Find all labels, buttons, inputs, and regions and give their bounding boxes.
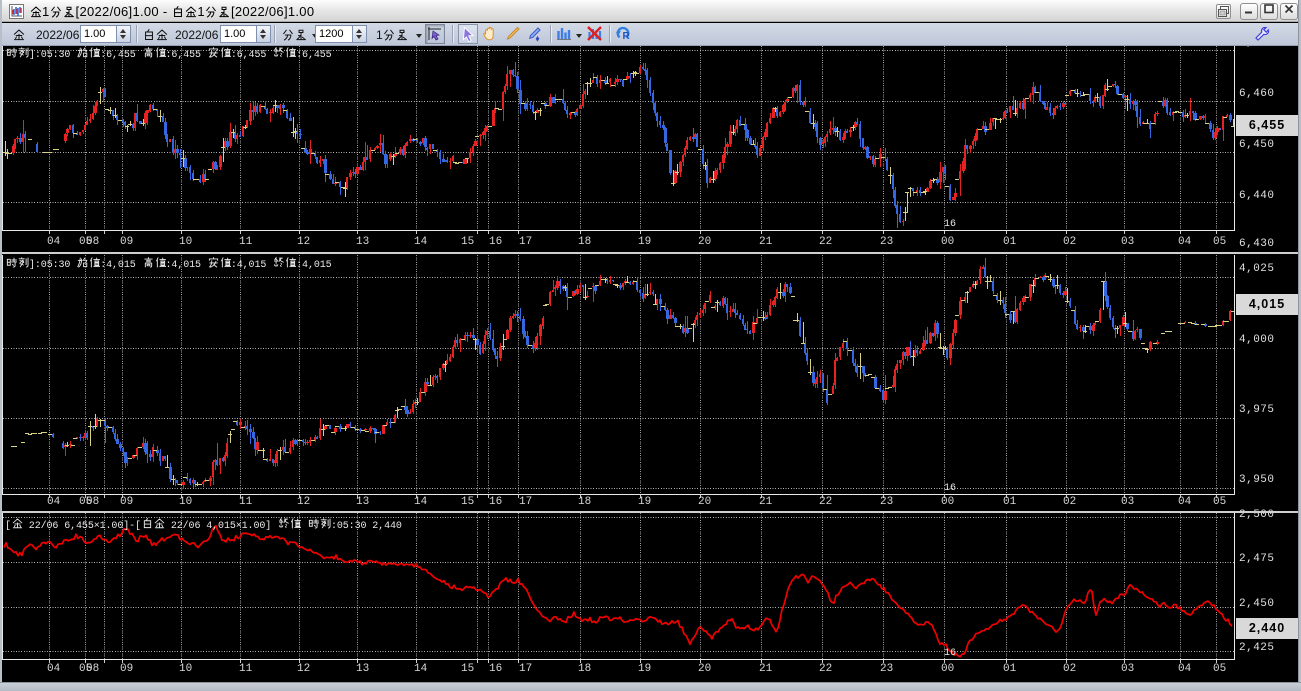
svg-text:R: R — [623, 31, 631, 42]
